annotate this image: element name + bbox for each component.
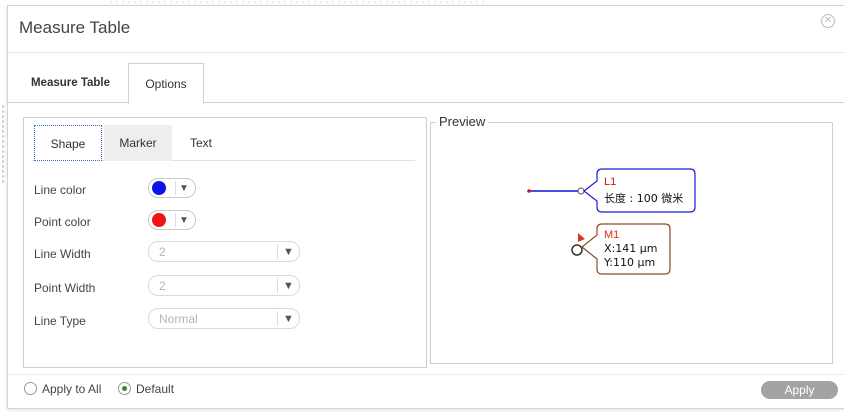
caret-down-icon: ▼ [179, 183, 189, 194]
sub-tab-bar: Shape Marker Text [32, 125, 415, 161]
point-color-label: Point color [34, 215, 91, 229]
line-color-picker[interactable]: ▼ [148, 178, 196, 198]
resize-handle-dots [1, 104, 6, 184]
line-type-select[interactable]: Normal ▼ [148, 308, 300, 329]
main-tab-bar: Measure Table Options [8, 63, 844, 104]
default-label: Default [136, 382, 175, 396]
line-color-label: Line color [34, 183, 87, 197]
point-width-select[interactable]: 2 ▼ [148, 275, 300, 296]
caret-down-icon: ▼ [283, 280, 294, 292]
marker-callout-y: Y:110 μm [603, 256, 655, 269]
line-callout-length: 长度 : 100 微米 [604, 191, 683, 205]
shape-options-panel: Shape Marker Text Line color ▼ Point col… [23, 117, 427, 368]
apply-to-all-radio[interactable]: Apply to All [24, 382, 101, 396]
point-color-picker[interactable]: ▼ [148, 210, 196, 230]
caret-down-icon: ▼ [283, 313, 294, 325]
tab-marker[interactable]: Marker [104, 125, 172, 161]
header-divider [8, 52, 844, 53]
line-width-label: Line Width [34, 247, 91, 261]
line-callout-box [583, 168, 696, 213]
point-width-value: 2 [159, 279, 166, 293]
default-radio[interactable]: Default [118, 382, 174, 396]
caret-down-icon: ▼ [283, 246, 294, 258]
footer-divider [8, 374, 844, 375]
marker-point [571, 244, 583, 256]
measure-table-dialog: Measure Table ✕ Measure Table Options Sh… [7, 5, 844, 409]
tab-text[interactable]: Text [172, 125, 230, 161]
line-type-value: Normal [159, 312, 198, 326]
tab-options[interactable]: Options [128, 63, 204, 104]
preview-panel: L1 长度 : 100 微米 M1 X:141 μm Y:110 μm [430, 122, 833, 364]
marker-flag-icon [578, 233, 585, 242]
apply-to-all-label: Apply to All [42, 382, 102, 396]
line-type-label: Line Type [34, 314, 86, 328]
radio-unchecked-icon [24, 382, 37, 395]
line-color-swatch [152, 181, 166, 195]
preview-canvas: L1 长度 : 100 微米 M1 X:141 μm Y:110 μm [527, 168, 696, 275]
marker-callout-name: M1 [604, 229, 619, 241]
tab-measure-table[interactable]: Measure Table [14, 63, 127, 103]
apply-button[interactable]: Apply [761, 381, 838, 399]
marker-callout-x: X:141 μm [604, 242, 657, 255]
point-color-swatch [152, 213, 166, 227]
line-start-point [527, 189, 531, 193]
preview-legend: Preview [436, 114, 489, 129]
tab-shape[interactable]: Shape [34, 125, 102, 161]
line-callout-name: L1 [604, 176, 616, 188]
radio-checked-icon [118, 382, 131, 395]
dialog-title: Measure Table [19, 18, 131, 37]
caret-down-icon: ▼ [179, 215, 189, 226]
line-width-select[interactable]: 2 ▼ [148, 241, 300, 262]
point-width-label: Point Width [34, 281, 96, 295]
line-width-value: 2 [159, 245, 166, 259]
close-icon[interactable]: ✕ [821, 14, 835, 28]
